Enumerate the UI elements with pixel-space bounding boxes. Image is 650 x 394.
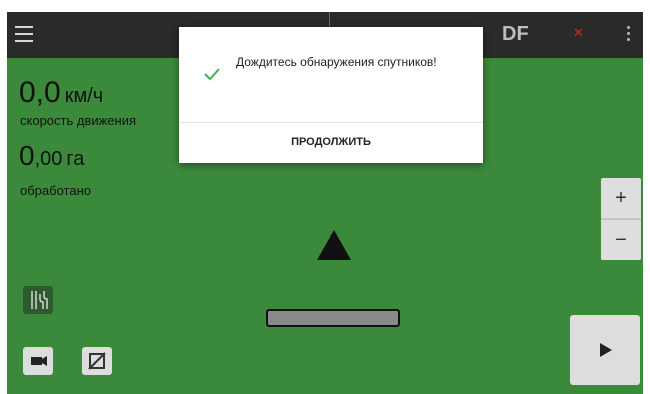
zoom-control: + − <box>601 178 641 260</box>
df-label[interactable]: DF <box>502 23 529 46</box>
dialog-message: Дождитесь обнаружения спутников! <box>236 55 437 69</box>
area-label: обработано <box>20 183 91 198</box>
speed-value: 0,0 км/ч <box>19 78 103 111</box>
camera-icon <box>31 356 47 366</box>
kebab-menu-icon[interactable] <box>627 26 630 44</box>
speed-unit: км/ч <box>64 85 104 107</box>
gps-status-icon[interactable]: ✕ <box>573 25 584 41</box>
play-icon <box>600 343 612 357</box>
area-number-int: 0 <box>19 140 35 171</box>
continue-button[interactable]: ПРОДОЛЖИТЬ <box>179 136 483 148</box>
zoom-in-button[interactable]: + <box>601 178 641 218</box>
area-value: 0,00 га <box>19 142 84 173</box>
dialog-divider <box>179 122 483 123</box>
heading-indicator <box>329 12 330 28</box>
camera-button[interactable] <box>23 347 53 375</box>
tracks-icon <box>31 291 48 309</box>
area-number-dec: ,00 <box>34 148 63 170</box>
vehicle-position-arrow-icon <box>317 230 351 260</box>
map-off-icon <box>88 352 106 370</box>
app-screen: DF ✕ 0,0 км/ч скорость движения 0,00 га об… <box>0 0 650 394</box>
implement-bar <box>266 309 400 327</box>
speed-label: скорость движения <box>20 113 137 128</box>
speed-number: 0,0 <box>19 76 61 109</box>
checkmark-icon <box>204 68 220 81</box>
play-button[interactable] <box>570 315 640 385</box>
satellite-dialog: Дождитесь обнаружения спутников! ПРОДОЛЖ… <box>179 27 483 163</box>
area-unit: га <box>66 148 85 170</box>
zoom-out-button[interactable]: − <box>601 220 641 260</box>
map-layer-button[interactable] <box>82 347 112 375</box>
hamburger-menu-icon[interactable] <box>15 26 33 42</box>
tracks-button[interactable] <box>23 286 53 314</box>
